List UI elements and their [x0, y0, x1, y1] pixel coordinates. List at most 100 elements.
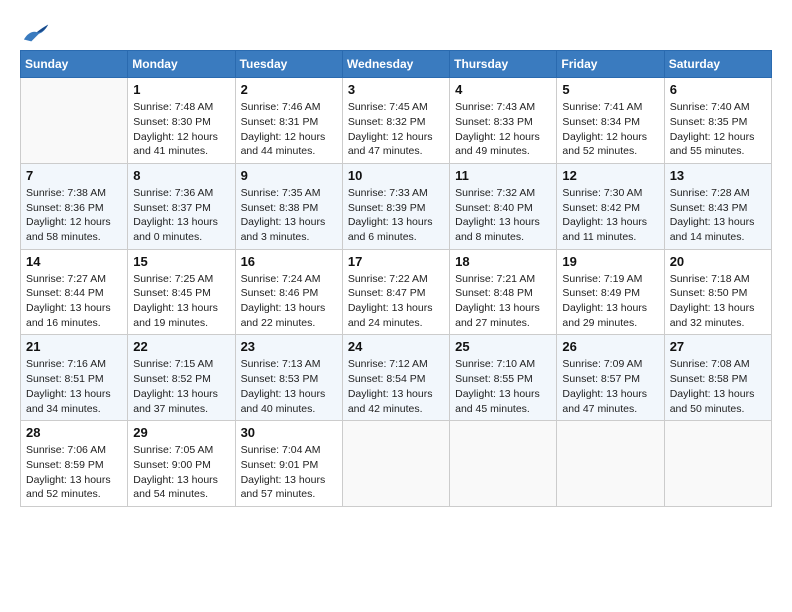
calendar-cell: 27 Sunrise: 7:08 AM Sunset: 8:58 PM Dayli… — [664, 335, 771, 421]
calendar-cell: 9 Sunrise: 7:35 AM Sunset: 8:38 PM Daylig… — [235, 163, 342, 249]
weekday-header: Saturday — [664, 51, 771, 78]
logo — [20, 20, 50, 40]
day-info: Sunrise: 7:32 AM Sunset: 8:40 PM Dayligh… — [455, 186, 551, 245]
calendar-cell: 28Sunrise: 7:06 AM Sunset: 8:59 PM Dayli… — [21, 421, 128, 507]
day-info: Sunrise: 7:04 AM Sunset: 9:01 PM Dayligh… — [241, 443, 337, 502]
day-info: Sunrise: 7:16 AM Sunset: 8:51 PM Dayligh… — [26, 357, 122, 416]
calendar-cell: 21 Sunrise: 7:16 AM Sunset: 8:51 PM Dayli… — [21, 335, 128, 421]
day-number: 9 — [241, 168, 337, 183]
day-number: 29 — [133, 425, 229, 440]
day-info: Sunrise: 7:40 AM Sunset: 8:35 PM Dayligh… — [670, 100, 766, 159]
day-number: 8 — [133, 168, 229, 183]
day-info: Sunrise: 7:13 AM Sunset: 8:53 PM Dayligh… — [241, 357, 337, 416]
day-info: Sunrise: 7:43 AM Sunset: 8:33 PM Dayligh… — [455, 100, 551, 159]
weekday-header: Sunday — [21, 51, 128, 78]
calendar-week-row: 7Sunrise: 7:38 AM Sunset: 8:36 PM Daylig… — [21, 163, 772, 249]
day-info: Sunrise: 7:33 AM Sunset: 8:39 PM Dayligh… — [348, 186, 444, 245]
day-number: 11 — [455, 168, 551, 183]
day-info: Sunrise: 7:46 AM Sunset: 8:31 PM Dayligh… — [241, 100, 337, 159]
weekday-header: Monday — [128, 51, 235, 78]
calendar-cell: 30 Sunrise: 7:04 AM Sunset: 9:01 PM Dayli… — [235, 421, 342, 507]
day-info: Sunrise: 7:30 AM Sunset: 8:42 PM Dayligh… — [562, 186, 658, 245]
day-info: Sunrise: 7:25 AM Sunset: 8:45 PM Dayligh… — [133, 272, 229, 331]
day-info: Sunrise: 7:19 AM Sunset: 8:49 PM Dayligh… — [562, 272, 658, 331]
calendar-cell: 18 Sunrise: 7:21 AM Sunset: 8:48 PM Dayli… — [450, 249, 557, 335]
calendar-cell: 4 Sunrise: 7:43 AM Sunset: 8:33 PM Daylig… — [450, 78, 557, 164]
weekday-header: Wednesday — [342, 51, 449, 78]
day-number: 1 — [133, 82, 229, 97]
calendar-cell — [664, 421, 771, 507]
calendar-cell: 23 Sunrise: 7:13 AM Sunset: 8:53 PM Dayli… — [235, 335, 342, 421]
day-info: Sunrise: 7:27 AM Sunset: 8:44 PM Dayligh… — [26, 272, 122, 331]
day-number: 26 — [562, 339, 658, 354]
day-number: 2 — [241, 82, 337, 97]
day-info: Sunrise: 7:24 AM Sunset: 8:46 PM Dayligh… — [241, 272, 337, 331]
calendar-cell — [342, 421, 449, 507]
calendar-cell: 17 Sunrise: 7:22 AM Sunset: 8:47 PM Dayli… — [342, 249, 449, 335]
calendar-cell: 5 Sunrise: 7:41 AM Sunset: 8:34 PM Daylig… — [557, 78, 664, 164]
day-number: 23 — [241, 339, 337, 354]
day-info: Sunrise: 7:09 AM Sunset: 8:57 PM Dayligh… — [562, 357, 658, 416]
calendar-week-row: 1 Sunrise: 7:48 AM Sunset: 8:30 PM Daylig… — [21, 78, 772, 164]
calendar-cell: 10Sunrise: 7:33 AM Sunset: 8:39 PM Dayli… — [342, 163, 449, 249]
calendar-cell: 6Sunrise: 7:40 AM Sunset: 8:35 PM Daylig… — [664, 78, 771, 164]
day-info: Sunrise: 7:21 AM Sunset: 8:48 PM Dayligh… — [455, 272, 551, 331]
day-number: 21 — [26, 339, 122, 354]
day-info: Sunrise: 7:41 AM Sunset: 8:34 PM Dayligh… — [562, 100, 658, 159]
calendar-week-row: 14 Sunrise: 7:27 AM Sunset: 8:44 PM Dayli… — [21, 249, 772, 335]
page-header — [20, 20, 772, 40]
day-number: 20 — [670, 254, 766, 269]
weekday-header: Friday — [557, 51, 664, 78]
day-info: Sunrise: 7:08 AM Sunset: 8:58 PM Dayligh… — [670, 357, 766, 416]
day-number: 24 — [348, 339, 444, 354]
day-number: 25 — [455, 339, 551, 354]
calendar-cell: 24 Sunrise: 7:12 AM Sunset: 8:54 PM Dayli… — [342, 335, 449, 421]
day-info: Sunrise: 7:05 AM Sunset: 9:00 PM Dayligh… — [133, 443, 229, 502]
day-number: 13 — [670, 168, 766, 183]
calendar-week-row: 21 Sunrise: 7:16 AM Sunset: 8:51 PM Dayli… — [21, 335, 772, 421]
calendar-header: SundayMondayTuesdayWednesdayThursdayFrid… — [21, 51, 772, 78]
day-number: 15 — [133, 254, 229, 269]
day-info: Sunrise: 7:48 AM Sunset: 8:30 PM Dayligh… — [133, 100, 229, 159]
day-number: 30 — [241, 425, 337, 440]
calendar-cell: 1 Sunrise: 7:48 AM Sunset: 8:30 PM Daylig… — [128, 78, 235, 164]
day-number: 17 — [348, 254, 444, 269]
day-number: 27 — [670, 339, 766, 354]
calendar-cell: 11 Sunrise: 7:32 AM Sunset: 8:40 PM Dayli… — [450, 163, 557, 249]
day-number: 22 — [133, 339, 229, 354]
calendar-cell: 8 Sunrise: 7:36 AM Sunset: 8:37 PM Daylig… — [128, 163, 235, 249]
calendar-cell: 15 Sunrise: 7:25 AM Sunset: 8:45 PM Dayli… — [128, 249, 235, 335]
calendar-cell: 20Sunrise: 7:18 AM Sunset: 8:50 PM Dayli… — [664, 249, 771, 335]
calendar-table: SundayMondayTuesdayWednesdayThursdayFrid… — [20, 50, 772, 507]
calendar-cell: 12 Sunrise: 7:30 AM Sunset: 8:42 PM Dayli… — [557, 163, 664, 249]
day-number: 7 — [26, 168, 122, 183]
calendar-cell: 19 Sunrise: 7:19 AM Sunset: 8:49 PM Dayli… — [557, 249, 664, 335]
calendar-cell: 3Sunrise: 7:45 AM Sunset: 8:32 PM Daylig… — [342, 78, 449, 164]
calendar-cell: 16 Sunrise: 7:24 AM Sunset: 8:46 PM Dayli… — [235, 249, 342, 335]
day-info: Sunrise: 7:12 AM Sunset: 8:54 PM Dayligh… — [348, 357, 444, 416]
day-info: Sunrise: 7:10 AM Sunset: 8:55 PM Dayligh… — [455, 357, 551, 416]
calendar-cell: 14 Sunrise: 7:27 AM Sunset: 8:44 PM Dayli… — [21, 249, 128, 335]
calendar-cell: 7Sunrise: 7:38 AM Sunset: 8:36 PM Daylig… — [21, 163, 128, 249]
calendar-cell: 26 Sunrise: 7:09 AM Sunset: 8:57 PM Dayli… — [557, 335, 664, 421]
day-number: 3 — [348, 82, 444, 97]
calendar-cell: 25 Sunrise: 7:10 AM Sunset: 8:55 PM Dayli… — [450, 335, 557, 421]
day-info: Sunrise: 7:22 AM Sunset: 8:47 PM Dayligh… — [348, 272, 444, 331]
day-info: Sunrise: 7:36 AM Sunset: 8:37 PM Dayligh… — [133, 186, 229, 245]
day-number: 16 — [241, 254, 337, 269]
day-number: 14 — [26, 254, 122, 269]
day-number: 18 — [455, 254, 551, 269]
calendar-cell: 2 Sunrise: 7:46 AM Sunset: 8:31 PM Daylig… — [235, 78, 342, 164]
calendar-cell: 22Sunrise: 7:15 AM Sunset: 8:52 PM Dayli… — [128, 335, 235, 421]
day-info: Sunrise: 7:28 AM Sunset: 8:43 PM Dayligh… — [670, 186, 766, 245]
calendar-cell: 29 Sunrise: 7:05 AM Sunset: 9:00 PM Dayli… — [128, 421, 235, 507]
calendar-cell — [557, 421, 664, 507]
day-number: 5 — [562, 82, 658, 97]
calendar-cell: 13 Sunrise: 7:28 AM Sunset: 8:43 PM Dayli… — [664, 163, 771, 249]
logo-text — [20, 20, 50, 44]
day-info: Sunrise: 7:35 AM Sunset: 8:38 PM Dayligh… — [241, 186, 337, 245]
day-number: 12 — [562, 168, 658, 183]
weekday-header: Tuesday — [235, 51, 342, 78]
day-number: 4 — [455, 82, 551, 97]
day-number: 19 — [562, 254, 658, 269]
